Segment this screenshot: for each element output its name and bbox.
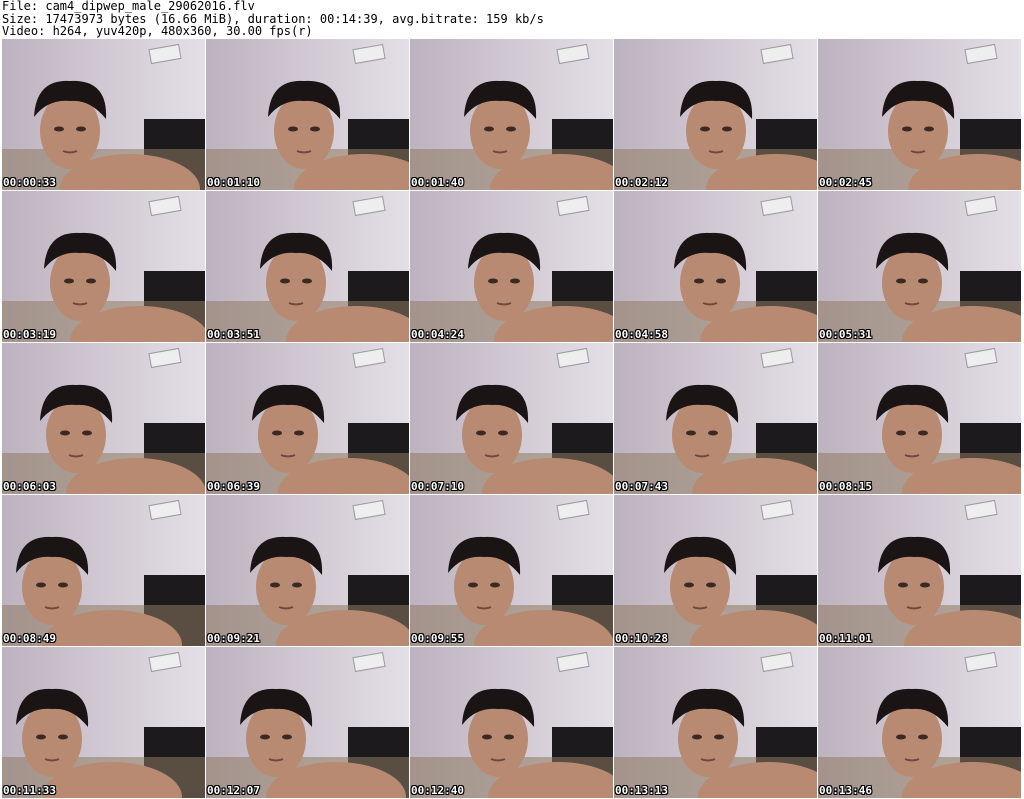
thumbnail-timestamp: 00:04:24 <box>411 328 464 341</box>
video-thumbnail: 00:12:40 <box>410 647 613 798</box>
thumbnail-timestamp: 00:13:13 <box>615 784 668 797</box>
video-thumbnail: 00:08:15 <box>818 343 1021 494</box>
thumbnail-timestamp: 00:03:51 <box>207 328 260 341</box>
thumbnail-timestamp: 00:05:31 <box>819 328 872 341</box>
thumbnail-frame-image <box>2 495 205 646</box>
video-thumbnail: 00:08:49 <box>2 495 205 646</box>
thumbnail-frame-image <box>818 343 1021 494</box>
thumbnail-frame-image <box>410 39 613 190</box>
thumbnail-frame-image <box>614 647 817 798</box>
thumbnail-timestamp: 00:11:01 <box>819 632 872 645</box>
video-thumbnail: 00:01:10 <box>206 39 409 190</box>
thumbnail-frame-image <box>818 495 1021 646</box>
thumbnail-grid: 00:00:33 00:01:10 00:01:40 00:02:12 00:02:45… <box>2 39 1022 799</box>
thumbnail-frame-image <box>818 647 1021 798</box>
video-info-line: Video: h264, yuv420p, 480x360, 30.00 fps… <box>2 24 313 38</box>
thumbnail-frame-image <box>614 343 817 494</box>
file-name-line: File: cam4_dipwep_male_29062016.flv <box>2 0 255 13</box>
thumbnail-timestamp: 00:02:45 <box>819 176 872 189</box>
thumbnail-timestamp: 00:11:33 <box>3 784 56 797</box>
video-thumbnail: 00:13:46 <box>818 647 1021 798</box>
thumbnail-timestamp: 00:03:19 <box>3 328 56 341</box>
thumbnail-frame-image <box>818 191 1021 342</box>
thumbnail-timestamp: 00:12:40 <box>411 784 464 797</box>
thumbnail-frame-image <box>614 495 817 646</box>
video-thumbnail: 00:12:07 <box>206 647 409 798</box>
video-thumbnail: 00:11:01 <box>818 495 1021 646</box>
thumbnail-timestamp: 00:04:58 <box>615 328 668 341</box>
thumbnail-timestamp: 00:01:10 <box>207 176 260 189</box>
file-info-header: File: cam4_dipwep_male_29062016.flv Size… <box>2 0 1022 38</box>
thumbnail-frame-image <box>410 647 613 798</box>
video-thumbnail: 00:02:12 <box>614 39 817 190</box>
thumbnail-timestamp: 00:10:28 <box>615 632 668 645</box>
thumbnail-frame-image <box>206 343 409 494</box>
thumbnail-timestamp: 00:09:55 <box>411 632 464 645</box>
video-thumbnail: 00:10:28 <box>614 495 817 646</box>
thumbnail-timestamp: 00:01:40 <box>411 176 464 189</box>
thumbnail-frame-image <box>206 191 409 342</box>
thumbnail-timestamp: 00:06:03 <box>3 480 56 493</box>
video-thumbnail: 00:13:13 <box>614 647 817 798</box>
thumbnail-timestamp: 00:06:39 <box>207 480 260 493</box>
thumbnail-timestamp: 00:00:33 <box>3 176 56 189</box>
thumbnail-frame-image <box>410 343 613 494</box>
thumbnail-timestamp: 00:07:10 <box>411 480 464 493</box>
thumbnail-frame-image <box>818 39 1021 190</box>
thumbnail-frame-image <box>206 647 409 798</box>
video-thumbnail: 00:04:58 <box>614 191 817 342</box>
video-thumbnail: 00:07:43 <box>614 343 817 494</box>
thumbnail-frame-image <box>2 39 205 190</box>
video-thumbnail: 00:02:45 <box>818 39 1021 190</box>
thumbnail-timestamp: 00:13:46 <box>819 784 872 797</box>
thumbnail-timestamp: 00:12:07 <box>207 784 260 797</box>
thumbnail-frame-image <box>2 343 205 494</box>
thumbnail-timestamp: 00:07:43 <box>615 480 668 493</box>
video-thumbnail: 00:09:55 <box>410 495 613 646</box>
thumbnail-timestamp: 00:09:21 <box>207 632 260 645</box>
thumbnail-timestamp: 00:08:49 <box>3 632 56 645</box>
thumbnail-timestamp: 00:08:15 <box>819 480 872 493</box>
video-thumbnail: 00:00:33 <box>2 39 205 190</box>
video-thumbnail: 00:03:51 <box>206 191 409 342</box>
thumbnail-frame-image <box>410 495 613 646</box>
video-thumbnail: 00:04:24 <box>410 191 613 342</box>
thumbnail-frame-image <box>206 495 409 646</box>
thumbnail-frame-image <box>614 39 817 190</box>
thumbnail-frame-image <box>2 647 205 798</box>
thumbnail-frame-image <box>2 191 205 342</box>
thumbnail-frame-image <box>410 191 613 342</box>
video-thumbnail: 00:09:21 <box>206 495 409 646</box>
thumbnail-frame-image <box>206 39 409 190</box>
thumbnail-timestamp: 00:02:12 <box>615 176 668 189</box>
video-thumbnail: 00:01:40 <box>410 39 613 190</box>
thumbnail-frame-image <box>614 191 817 342</box>
video-thumbnail: 00:11:33 <box>2 647 205 798</box>
video-thumbnail: 00:06:03 <box>2 343 205 494</box>
video-thumbnail: 00:07:10 <box>410 343 613 494</box>
video-thumbnail: 00:05:31 <box>818 191 1021 342</box>
video-thumbnail: 00:06:39 <box>206 343 409 494</box>
video-thumbnail: 00:03:19 <box>2 191 205 342</box>
